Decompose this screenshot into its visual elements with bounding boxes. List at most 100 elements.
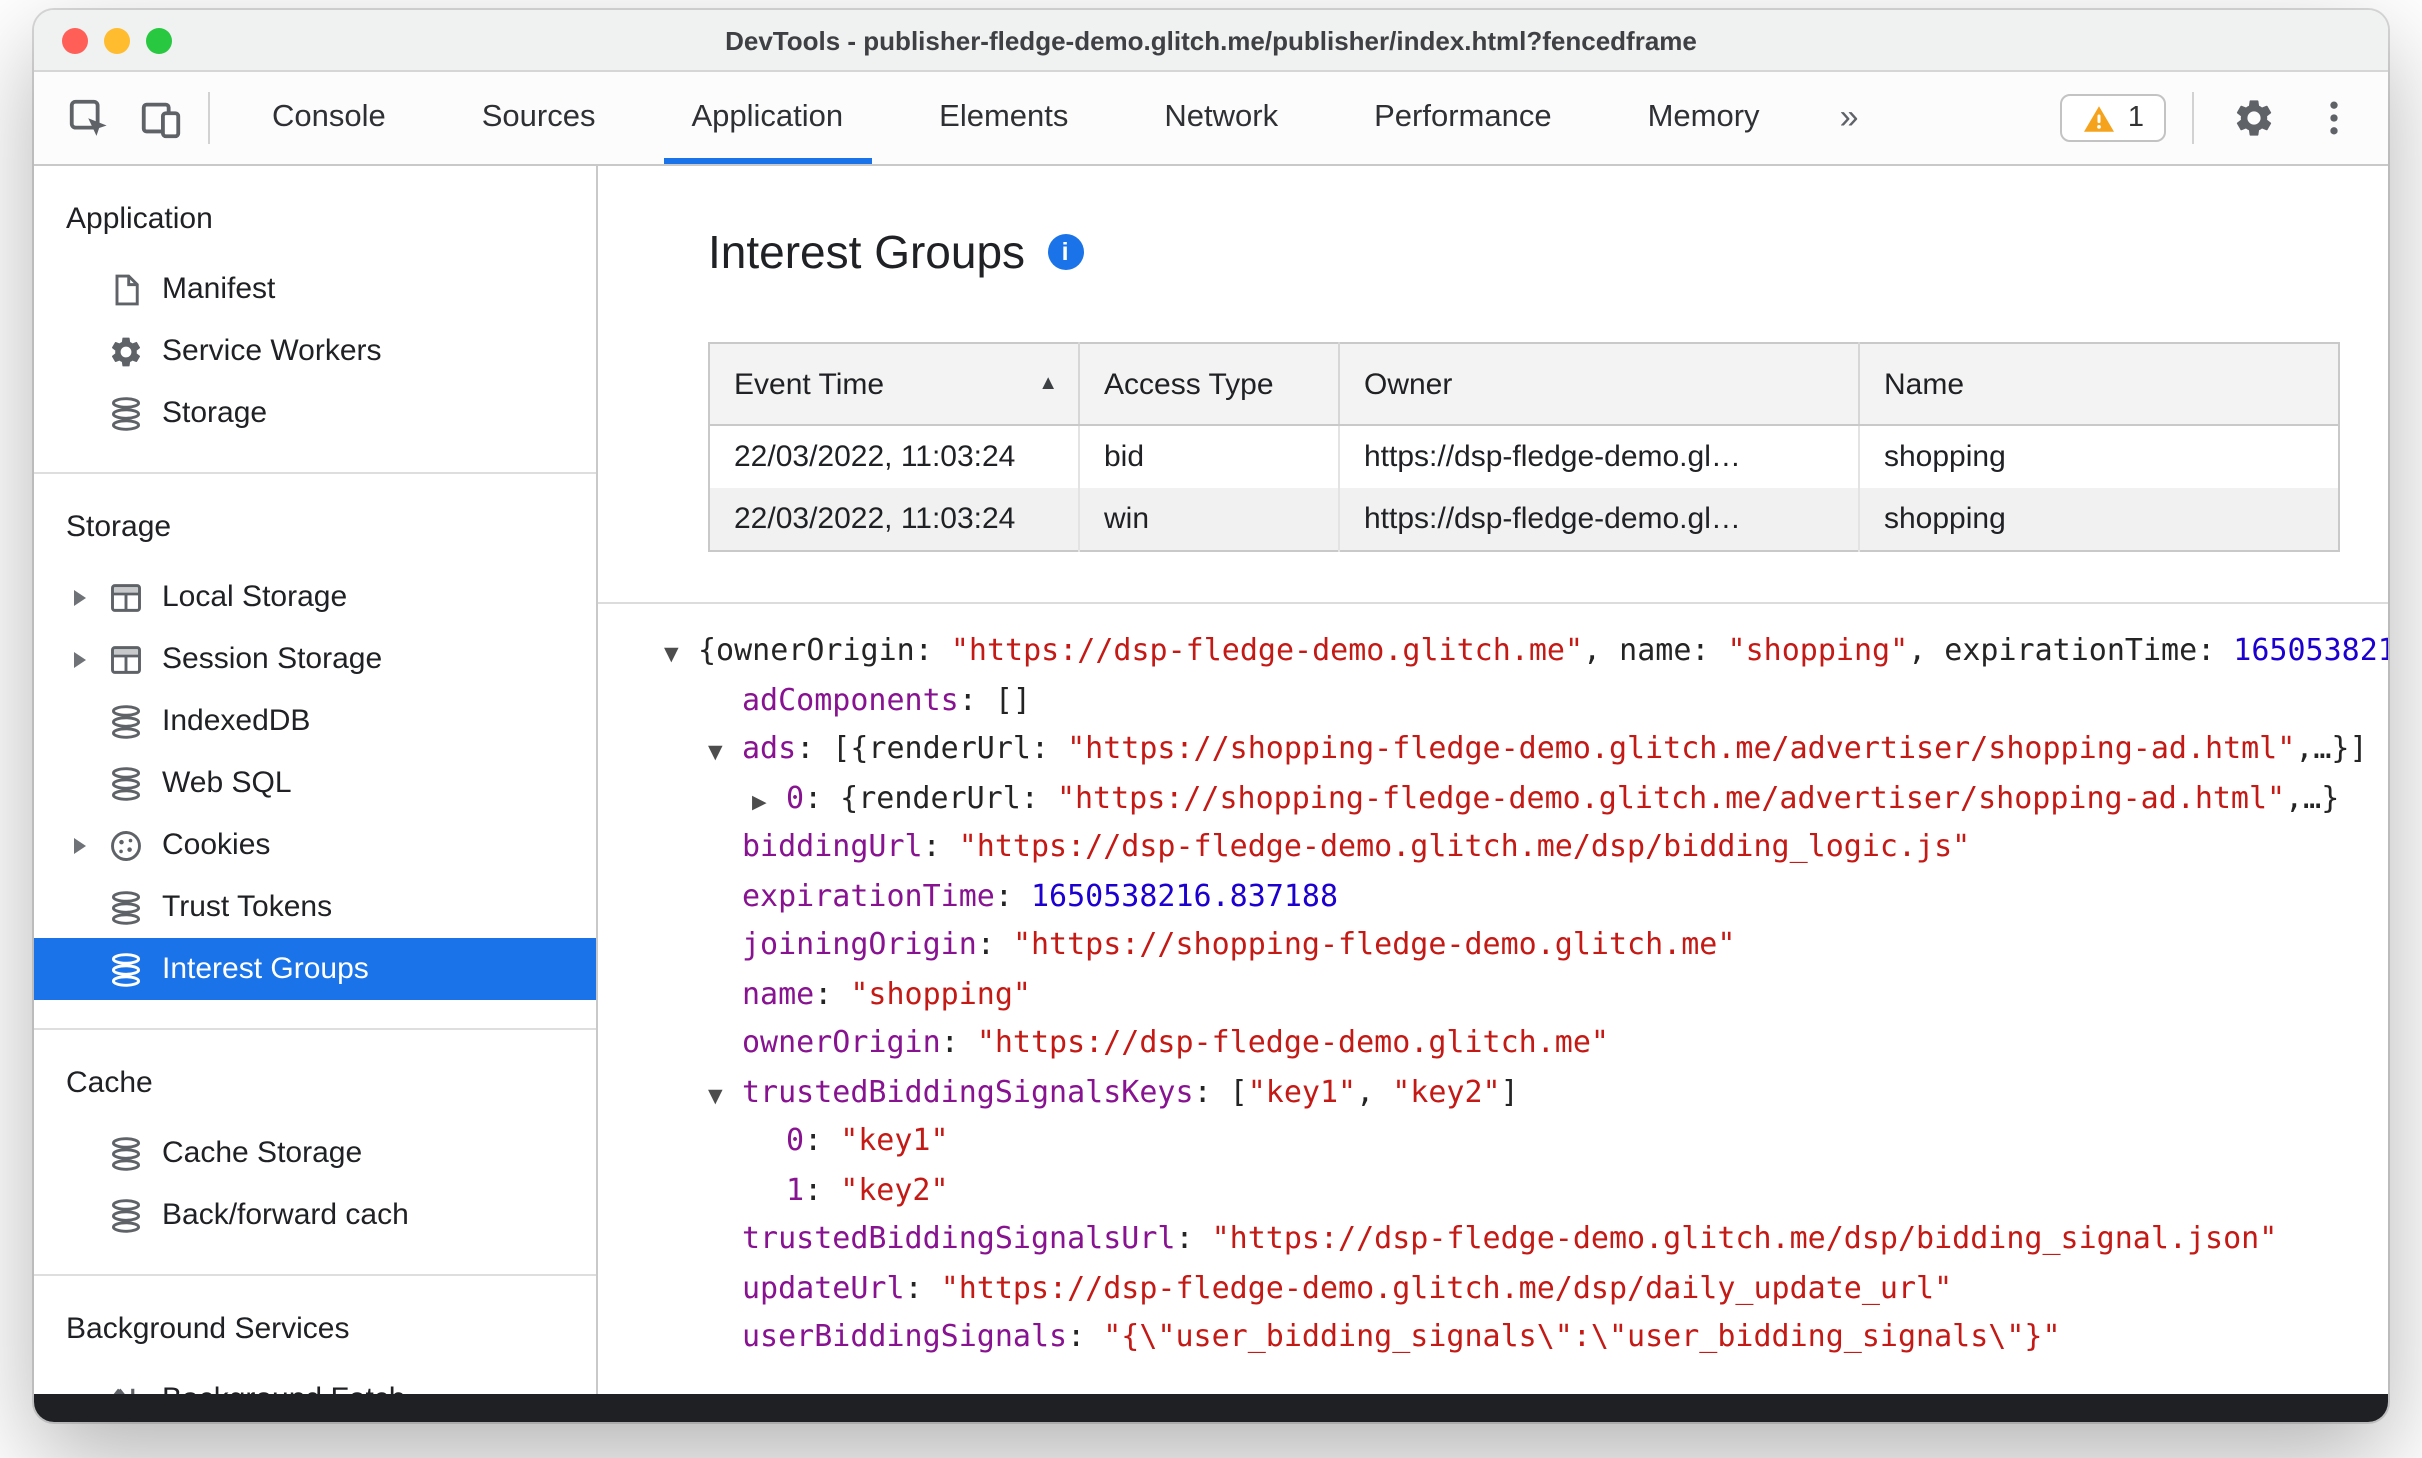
sidebar-item-label: Service Workers — [162, 334, 382, 368]
sidebar-item-interest-groups[interactable]: Interest Groups — [34, 938, 596, 1000]
gear-icon — [108, 333, 144, 369]
json-tree: ▼ {ownerOrigin: "https://dsp-fledge-demo.… — [598, 602, 2388, 1361]
sidebar-item-session-storage[interactable]: Session Storage — [34, 628, 596, 690]
tab-elements[interactable]: Elements — [891, 72, 1116, 164]
tab-performance[interactable]: Performance — [1326, 72, 1599, 164]
fullscreen-button[interactable] — [146, 27, 172, 53]
sidebar-item-trust-tokens[interactable]: Trust Tokens — [34, 876, 596, 938]
sidebar-item-label: IndexedDB — [162, 704, 311, 738]
tree-segment-key: ads — [742, 730, 797, 766]
tree-segment-plain: : — [994, 877, 1031, 913]
owner-cell: https://dsp-fledge-demo.gl… — [1339, 488, 1860, 551]
tree-line[interactable]: userBiddingSignals: "{\"user_bidding_sig… — [664, 1312, 2388, 1361]
sidebar-item-service-workers[interactable]: Service Workers — [34, 320, 596, 382]
tree-line[interactable]: ▼ {ownerOrigin: "https://dsp-fledge-demo.… — [664, 626, 2388, 675]
tab-application[interactable]: Application — [644, 72, 892, 164]
tree-segment-key: 0 — [786, 1122, 805, 1158]
sidebar-section-storage: Storage Local Storage Session Storage Index… — [34, 472, 596, 1028]
tree-line[interactable]: ▼ ads: [{renderUrl: "https://shopping-fle… — [664, 724, 2388, 773]
sidebar-item-label: Session Storage — [162, 642, 383, 676]
sidebar-item-storage[interactable]: Storage — [34, 382, 596, 444]
sidebar-item-indexeddb[interactable]: IndexedDB — [34, 690, 596, 752]
tree-line[interactable]: expirationTime: 1650538216.837188 — [664, 871, 2388, 920]
sidebar-item-manifest[interactable]: Manifest — [34, 258, 596, 320]
tree-line[interactable]: updateUrl: "https://dsp-fledge-demo.glit… — [664, 1263, 2388, 1312]
sidebar-item-back-forward-cach[interactable]: Back/forward cach — [34, 1184, 596, 1246]
column-header-owner[interactable]: Owner — [1339, 343, 1860, 426]
sidebar-item-local-storage[interactable]: Local Storage — [34, 566, 596, 628]
tree-line[interactable]: ▶ 0: {renderUrl: "https://shopping-fledge… — [664, 773, 2388, 822]
tree-line[interactable]: 0: "key1" — [664, 1116, 2388, 1165]
chevron-right-icon[interactable] — [74, 837, 108, 853]
table-row[interactable]: 22/03/2022, 11:03:24 bid https://dsp-fledg… — [709, 425, 2339, 488]
tree-segment-plain: : — [940, 1024, 977, 1060]
devtools-content: Application Manifest Service Workers Storag… — [34, 166, 2388, 1394]
tree-line[interactable]: trustedBiddingSignalsUrl: "https://dsp-f… — [664, 1214, 2388, 1263]
table-icon — [108, 641, 144, 677]
info-icon[interactable]: i — [1047, 234, 1084, 270]
sidebar-item-cookies[interactable]: Cookies — [34, 814, 596, 876]
chevron-right-icon[interactable] — [74, 589, 108, 605]
more-options-icon[interactable] — [2300, 84, 2368, 152]
tree-line[interactable]: name: "shopping" — [664, 969, 2388, 1018]
table-header-row: Event Time ▲ Access Type Owner Name — [709, 343, 2339, 426]
tree-line[interactable]: 1: "key2" — [664, 1165, 2388, 1214]
minimize-button[interactable] — [104, 27, 130, 53]
tree-segment-string: "shopping" — [1727, 632, 1909, 668]
sidebar-section-title: Cache — [66, 1066, 153, 1100]
issues-badge[interactable]: 1 — [2059, 94, 2166, 142]
column-header-event-time[interactable]: Event Time ▲ — [709, 343, 1080, 426]
tree-segment-key: adComponents — [742, 681, 959, 717]
tree-expanded-icon[interactable]: ▼ — [708, 730, 742, 779]
table-row[interactable]: 22/03/2022, 11:03:24 win https://dsp-fledg… — [709, 488, 2339, 551]
toolbar-separator — [2192, 92, 2194, 144]
sidebar-section-cache: Cache Cache Storage Back/forward cach — [34, 1028, 596, 1274]
tree-line[interactable]: joiningOrigin: "https://shopping-fledge-… — [664, 920, 2388, 969]
sidebar-section-application: Application Manifest Service Workers Storag… — [34, 166, 596, 472]
more-tabs-button[interactable]: » — [1808, 72, 1891, 164]
close-button[interactable] — [62, 27, 88, 53]
database-icon — [108, 765, 144, 801]
sidebar-item-label: Web SQL — [162, 766, 292, 800]
tree-line[interactable]: ▼ trustedBiddingSignalsKeys: ["key1", "ke… — [664, 1067, 2388, 1116]
document-icon — [108, 271, 144, 307]
tree-line[interactable]: biddingUrl: "https://dsp-fledge-demo.gli… — [664, 822, 2388, 871]
inspect-element-icon[interactable] — [54, 84, 122, 152]
tree-segment-plain: : — [922, 828, 959, 864]
column-header-access-type[interactable]: Access Type — [1079, 343, 1340, 426]
sidebar-item-cache-storage[interactable]: Cache Storage — [34, 1122, 596, 1184]
tree-expanded-icon[interactable]: ▼ — [708, 1073, 742, 1122]
tree-segment-string: "https://dsp-fledge-demo.glitch.me/dsp/b… — [958, 828, 1971, 864]
sidebar-item-background-fetch[interactable]: Background Fetch — [34, 1368, 596, 1394]
tree-segment-string: "https://shopping-fledge-demo.glitch.me/… — [1056, 779, 2286, 815]
sidebar-item-label: Background Fetch — [162, 1382, 406, 1394]
devtools-window: DevTools - publisher-fledge-demo.glitch.… — [34, 10, 2388, 1422]
tab-network[interactable]: Network — [1116, 72, 1326, 164]
tree-expanded-icon[interactable]: ▼ — [664, 632, 698, 681]
panel-tabs: Console Sources Application Elements Network… — [224, 72, 1808, 164]
sidebar-item-web-sql[interactable]: Web SQL — [34, 752, 596, 814]
tree-segment-plain: : — [976, 926, 1013, 962]
tab-memory[interactable]: Memory — [1600, 72, 1808, 164]
column-header-name[interactable]: Name — [1859, 343, 2339, 426]
tree-segment-key: biddingUrl — [742, 828, 923, 864]
updown-icon — [108, 1381, 144, 1394]
sort-ascending-icon[interactable]: ▲ — [1038, 373, 1058, 395]
event-time-cell: 22/03/2022, 11:03:24 — [709, 488, 1080, 551]
name-cell: shopping — [1859, 488, 2339, 551]
tree-segment-plain: : [] — [958, 681, 1031, 717]
tab-console[interactable]: Console — [224, 72, 434, 164]
settings-gear-icon[interactable] — [2220, 84, 2288, 152]
device-toolbar-icon[interactable] — [126, 84, 194, 152]
tree-line[interactable]: adComponents: [] — [664, 675, 2388, 724]
titlebar: DevTools - publisher-fledge-demo.glitch.… — [34, 10, 2388, 72]
toolbar-left — [54, 72, 194, 164]
chevron-right-icon[interactable] — [74, 651, 108, 667]
tab-sources[interactable]: Sources — [434, 72, 644, 164]
window-bottom-bar — [34, 1394, 2388, 1422]
tree-line[interactable]: ownerOrigin: "https://dsp-fledge-demo.gl… — [664, 1018, 2388, 1067]
tree-segment-string: "https://shopping-fledge-demo.glitch.me/… — [1067, 730, 2296, 766]
main-panel: Interest Groups i Event Time ▲ Access Type… — [598, 166, 2388, 1394]
tree-collapsed-icon[interactable]: ▶ — [752, 779, 786, 828]
column-header-label: Owner — [1364, 367, 1453, 401]
